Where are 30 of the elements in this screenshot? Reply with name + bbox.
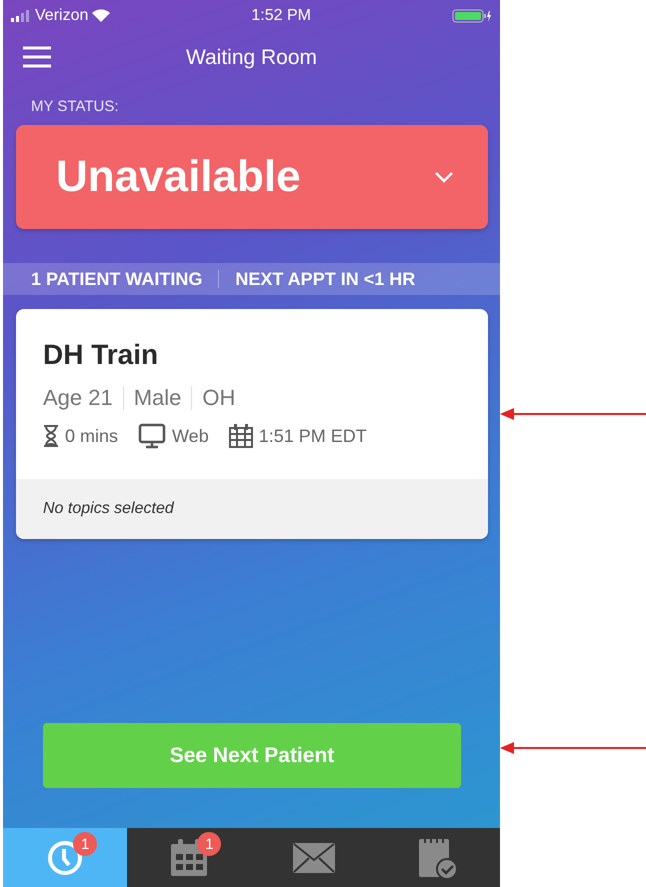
monitor-icon [138, 423, 166, 449]
screen-title: Waiting Room [186, 46, 318, 70]
tab[interactable]: 1 [3, 828, 128, 887]
meta-text: 0 mins [65, 426, 118, 446]
clock-icon [47, 840, 84, 876]
patient-detail: Male [134, 385, 182, 411]
chevron-down-icon [434, 171, 454, 183]
signal-icon [11, 10, 31, 22]
envelope-icon [292, 842, 335, 872]
calendar-icon [228, 424, 253, 448]
wifi-icon [92, 9, 110, 23]
count-badge: 1 [73, 832, 98, 856]
status-label: MY STATUS: [31, 98, 120, 115]
count-badge: 1 [197, 832, 222, 856]
carrier-name: Verizon [35, 7, 88, 25]
patient-card[interactable]: DH Train Age 21 Male OH 0 mins Web 1:51 PM EDT No topics selected [16, 309, 488, 539]
status-dropdown[interactable]: Unavailable [16, 125, 488, 229]
menu-icon[interactable] [23, 46, 51, 68]
meta-text: Web [172, 426, 209, 446]
summary-text: 1 PATIENT WAITING [31, 268, 202, 290]
clock-time: 1:52 PM [251, 7, 311, 25]
summary-text: NEXT APPT IN <1 HR [235, 268, 416, 290]
see-next-patient-button[interactable]: See Next Patient [43, 723, 461, 788]
topics-text: No topics selected [16, 479, 488, 539]
patient-detail: OH [202, 385, 236, 411]
battery-icon [452, 9, 492, 23]
meta-text: 1:51 PM EDT [258, 426, 367, 446]
patient-name: DH Train [43, 339, 160, 371]
hourglass-icon [43, 425, 59, 447]
patient-detail: Age 21 [43, 385, 113, 411]
